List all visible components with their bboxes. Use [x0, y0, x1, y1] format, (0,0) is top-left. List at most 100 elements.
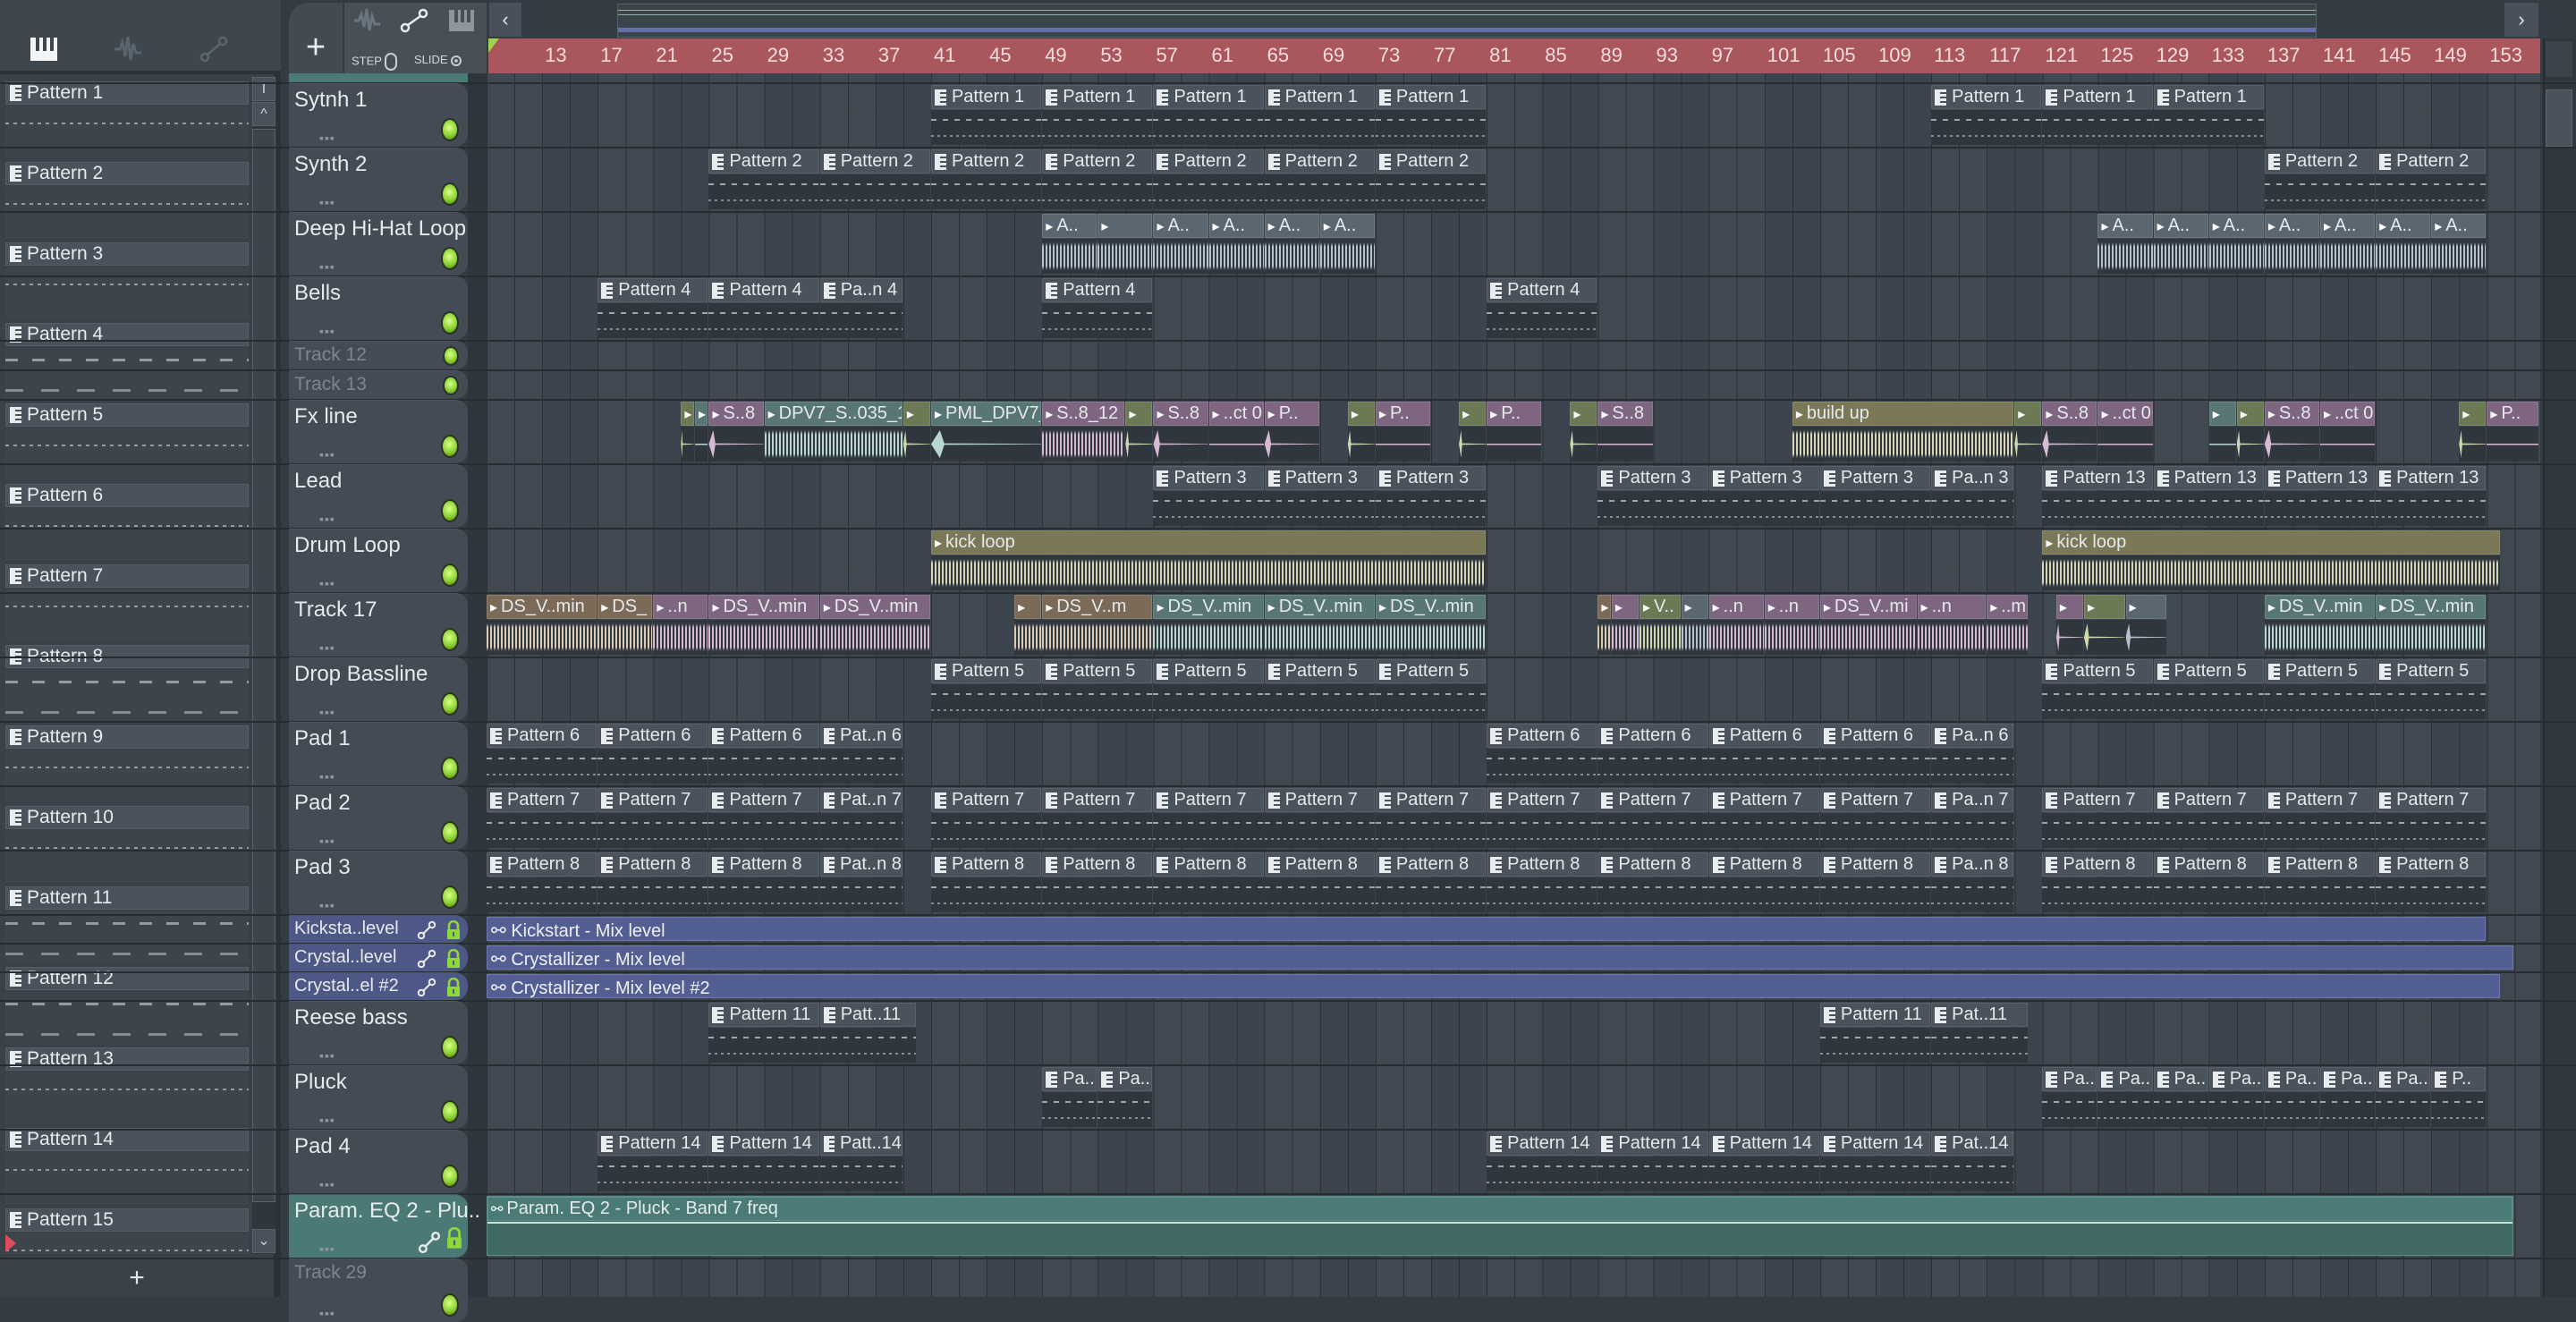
pattern-clip[interactable]: Pa..	[2264, 1067, 2319, 1127]
automation-link-icon[interactable]	[418, 1231, 441, 1254]
pattern-clip[interactable]: Pattern 8	[1819, 852, 1931, 912]
audio-clip[interactable]: ▸DPV7_S..035_124E	[764, 402, 902, 462]
track-enable-led[interactable]	[443, 249, 457, 268]
track-header[interactable]: Crystal..el #2	[289, 972, 468, 1000]
pattern-clip[interactable]: Pattern 4	[1042, 278, 1153, 338]
track-header[interactable]: Reese bass ▪▪▪	[289, 1001, 468, 1064]
track-enable-led[interactable]	[443, 120, 457, 140]
track-header[interactable]: Pluck ▪▪▪	[289, 1065, 468, 1129]
audio-clip[interactable]: ▸ A..	[2319, 214, 2376, 274]
track-header[interactable]: Fx line ▪▪▪	[289, 400, 468, 463]
pattern-list-item[interactable]: Pattern 11	[5, 886, 249, 963]
audio-clip[interactable]: ▸ S..8	[708, 402, 764, 462]
audio-clip[interactable]: ▸	[1597, 595, 1611, 655]
auto-clip[interactable]: ⚯ Crystallizer - Mix level #2	[487, 974, 2500, 998]
track-enable-led[interactable]	[443, 501, 457, 521]
audio-clip[interactable]: ▸	[2014, 402, 2042, 462]
audio-clip[interactable]: ▸..ct 06	[1208, 402, 1264, 462]
pattern-list-item[interactable]: Pattern 14	[5, 1128, 249, 1205]
audio-clip[interactable]: ▸ P..	[1487, 402, 1542, 462]
audio-clip[interactable]: ▸ DS_V..mi	[1819, 595, 1917, 655]
pattern-clip[interactable]: P..	[2431, 1067, 2487, 1127]
audio-clip[interactable]: ▸ DS_V..min	[1264, 595, 1375, 655]
audio-clip[interactable]: ▸ ..n	[653, 595, 708, 655]
pattern-clip[interactable]: Pattern 3	[1597, 466, 1708, 526]
pattern-clip[interactable]: Pattern 6	[1597, 724, 1708, 784]
audio-clip[interactable]: ▸ S..8	[1153, 402, 1208, 462]
pattern-clip[interactable]: Pattern 1	[1264, 85, 1375, 145]
pattern-clip[interactable]: Pattern 11	[708, 1003, 819, 1063]
track-enable-led[interactable]	[443, 184, 457, 204]
audio-clip[interactable]: ▸	[2208, 402, 2236, 462]
pattern-clip[interactable]: Pattern 4	[1487, 278, 1597, 338]
audio-clip[interactable]: ▸ DS_V..m	[1042, 595, 1153, 655]
pattern-clip[interactable]: Pa..	[2319, 1067, 2376, 1127]
pattern-clip[interactable]: Pattern 2	[1264, 149, 1375, 209]
pattern-clip[interactable]: Pattern 6	[487, 724, 597, 784]
audio-clip[interactable]: ▸ A..	[2376, 214, 2431, 274]
audio-clip[interactable]: ▸	[1014, 595, 1042, 655]
pattern-clip[interactable]: Pattern 5	[2153, 659, 2264, 719]
audio-clip[interactable]: ▸ A..	[1042, 214, 1097, 274]
pattern-clip[interactable]: Pattern 7	[2264, 788, 2376, 848]
track-enable-led[interactable]	[443, 565, 457, 585]
pattern-clip[interactable]: Pattern 1	[2042, 85, 2153, 145]
pattern-clip[interactable]: Pattern 14	[597, 1131, 708, 1191]
track-enable-led[interactable]	[443, 694, 457, 714]
track-enable-led[interactable]	[443, 436, 457, 456]
audio-clip[interactable]: ▸	[2459, 402, 2487, 462]
audio-clip[interactable]: ▸ PML_DPV7_	[930, 402, 1042, 462]
audio-clip[interactable]: ▸ DS_V..min	[1153, 595, 1264, 655]
pattern-clip[interactable]: Pattern 1	[930, 85, 1042, 145]
audio-clip[interactable]: ▸	[2236, 402, 2264, 462]
vertical-scroll-thumb[interactable]	[2546, 89, 2572, 147]
pattern-clip[interactable]: Pa..	[2097, 1067, 2153, 1127]
track-header[interactable]: Track 17 ▪▪▪	[289, 593, 468, 657]
pattern-list-item[interactable]: Pattern 13	[5, 1047, 249, 1124]
audio-clip[interactable]: ▸	[694, 402, 708, 462]
pattern-clip[interactable]: Pattern 8	[1042, 852, 1153, 912]
pattern-clip[interactable]: Pattern 8	[487, 852, 597, 912]
audio-clip[interactable]: ▸	[681, 402, 694, 462]
track-options-icon[interactable]: ▪▪▪	[319, 1177, 335, 1191]
pattern-list-item[interactable]: Pattern 6	[5, 484, 249, 561]
pattern-clip[interactable]: Pattern 2	[930, 149, 1042, 209]
audio-clip[interactable]: ▸	[1611, 595, 1639, 655]
track-enable-led[interactable]	[443, 887, 457, 907]
audio-clip[interactable]: ▸	[1570, 402, 1597, 462]
pattern-clip[interactable]: Pattern 5	[930, 659, 1042, 719]
audio-clip[interactable]: ▸ A..	[2264, 214, 2319, 274]
audio-clip[interactable]: ▸ S..8	[1597, 402, 1653, 462]
pattern-clip[interactable]: Pa..n 7	[1931, 788, 2014, 848]
pattern-clip[interactable]: Pa..	[2042, 1067, 2097, 1127]
pattern-clip[interactable]: Patt..14	[819, 1131, 902, 1191]
audio-clip[interactable]: ▸ build up	[1792, 402, 2014, 462]
track-options-icon[interactable]: ▪▪▪	[319, 1048, 335, 1063]
scroll-top-button[interactable]: I	[252, 77, 275, 101]
pattern-clip[interactable]: Pattern 5	[2042, 659, 2153, 719]
track-options-icon[interactable]: ▪▪▪	[319, 131, 335, 145]
track-header[interactable]: Kicksta..level	[289, 915, 468, 943]
track-options-icon[interactable]: ▪▪▪	[319, 1241, 335, 1256]
pattern-clip[interactable]: Pattern 1	[1042, 85, 1153, 145]
track-header[interactable]: Pad 4 ▪▪▪	[289, 1130, 468, 1193]
pattern-clip[interactable]: Pattern 8	[1264, 852, 1375, 912]
pattern-clip[interactable]: Pa..	[1042, 1067, 1097, 1127]
audio-clip-icon[interactable]	[113, 36, 143, 63]
pattern-clip[interactable]: Pattern 13	[2264, 466, 2376, 526]
track-options-icon[interactable]: ▪▪▪	[319, 324, 335, 338]
audio-clip[interactable]: ▸	[1681, 595, 1708, 655]
audio-clip[interactable]: ▸ DS_V..min	[1375, 595, 1487, 655]
audio-clip[interactable]: ▸ V..	[1639, 595, 1681, 655]
automation-link-icon[interactable]	[417, 920, 436, 940]
pattern-clip[interactable]: Pa..	[2208, 1067, 2264, 1127]
pattern-clip[interactable]: Pattern 8	[2376, 852, 2487, 912]
lock-icon[interactable]	[446, 919, 461, 940]
pattern-clip[interactable]: Pattern 7	[2042, 788, 2153, 848]
pattern-clip[interactable]: Pattern 3	[1264, 466, 1375, 526]
track-options-icon[interactable]: ▪▪▪	[319, 195, 335, 209]
audio-clip[interactable]: ▸ DS_	[597, 595, 653, 655]
pattern-clip[interactable]: Pattern 7	[1042, 788, 1153, 848]
lock-icon[interactable]	[446, 948, 461, 969]
playhead-marker[interactable]	[488, 38, 499, 53]
